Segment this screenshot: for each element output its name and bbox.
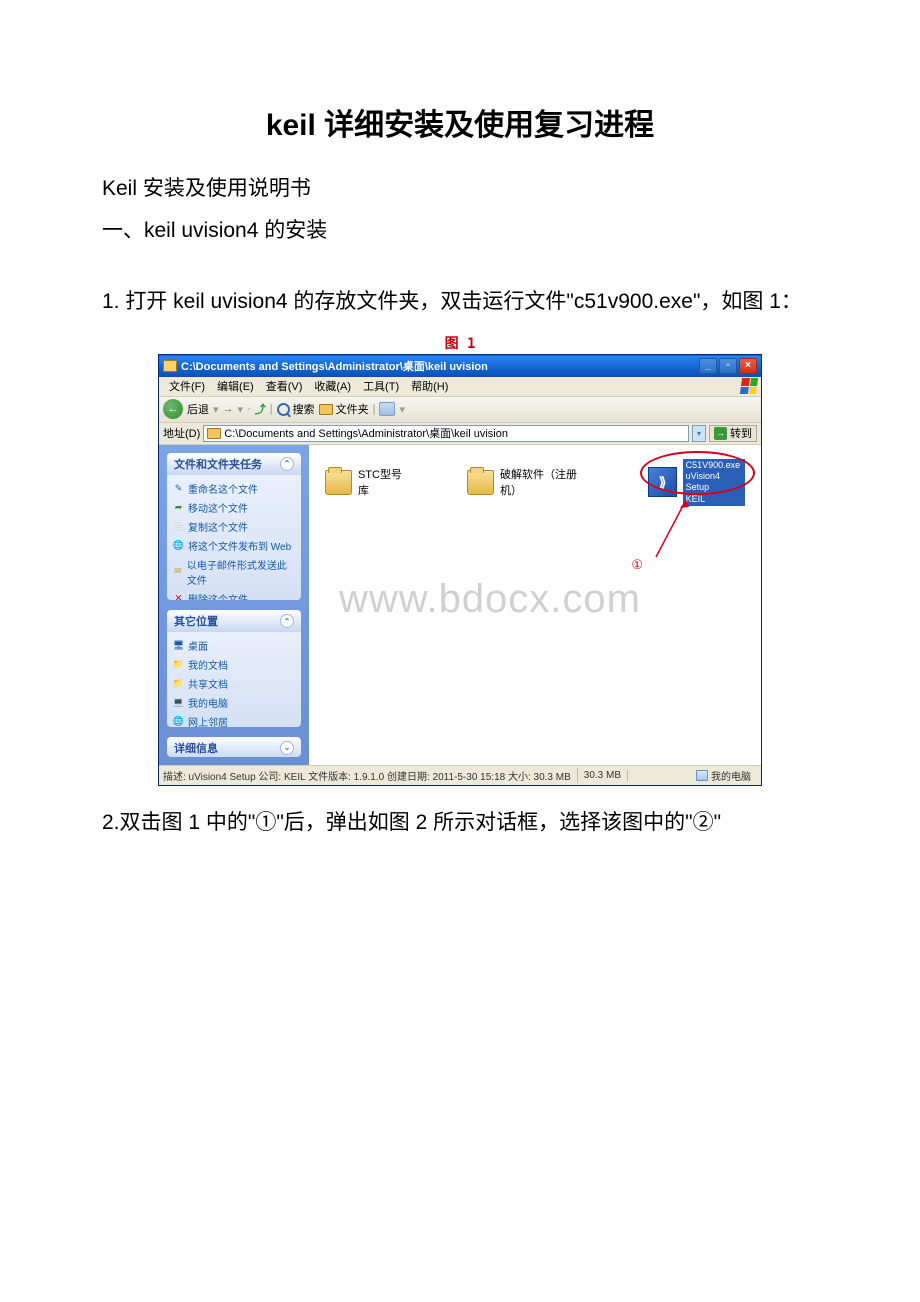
task-delete[interactable]: ✕删除这个文件 <box>173 589 295 601</box>
status-location: 我的电脑 <box>696 768 757 783</box>
explorer-statusbar: 描述: uVision4 Setup 公司: KEIL 文件版本: 1.9.1.… <box>159 765 761 785</box>
paragraph-1: Keil 安装及使用说明书 <box>60 172 860 206</box>
place-shared-docs[interactable]: 📁共享文档 <box>173 674 295 693</box>
folder-icon <box>325 470 352 495</box>
panel-title: 详细信息 <box>174 740 218 756</box>
menu-edit[interactable]: 编辑(E) <box>211 376 260 396</box>
place-network[interactable]: 🌐网上邻居 <box>173 712 295 726</box>
menu-view[interactable]: 查看(V) <box>260 376 309 396</box>
address-input[interactable]: C:\Documents and Settings\Administrator\… <box>203 425 689 442</box>
menu-file[interactable]: 文件(F) <box>163 376 211 396</box>
folder-icon <box>467 470 494 495</box>
paragraph-3: 1. 打开 keil uvision4 的存放文件夹，双击运行文件"c51v90… <box>60 285 860 319</box>
back-button[interactable]: ← <box>163 399 183 419</box>
address-label: 地址(D) <box>163 425 200 441</box>
place-my-documents[interactable]: 📁我的文档 <box>173 655 295 674</box>
explorer-sidebar: 文件和文件夹任务 ⌃ ✎重命名这个文件 ➦移动这个文件 ⿻复制这个文件 🌐将这个… <box>159 445 309 765</box>
folder-icon <box>207 428 221 439</box>
sidebar-panel-other-places: 其它位置 ⌃ 🖥桌面 📁我的文档 📁共享文档 💻我的电脑 🌐网上邻居 <box>167 610 301 726</box>
windows-logo-icon <box>740 378 758 394</box>
panel-collapse-button[interactable]: ⌃ <box>280 614 294 628</box>
annotation-number-1: ① <box>631 557 643 573</box>
panel-title: 文件和文件夹任务 <box>174 456 262 472</box>
figure-1-caption: 图 1 <box>60 333 860 353</box>
search-button[interactable]: 搜索 <box>277 401 315 417</box>
task-email[interactable]: ✉以电子邮件形式发送此文件 <box>173 555 295 589</box>
go-arrow-icon: → <box>714 427 727 440</box>
window-title: C:\Documents and Settings\Administrator\… <box>181 358 699 374</box>
paragraph-4: 2.双击图 1 中的"①"后，弹出如图 2 所示对话框，选择该图中的"②" <box>60 806 860 840</box>
minimize-button[interactable]: _ <box>699 358 717 374</box>
task-rename[interactable]: ✎重命名这个文件 <box>173 479 295 498</box>
folder-icon <box>319 404 333 415</box>
close-button[interactable]: × <box>739 358 757 374</box>
status-description: 描述: uVision4 Setup 公司: KEIL 文件版本: 1.9.1.… <box>163 768 578 783</box>
menu-favorites[interactable]: 收藏(A) <box>308 376 357 396</box>
paragraph-2: 一、keil uvision4 的安装 <box>60 214 860 248</box>
place-desktop[interactable]: 🖥桌面 <box>173 636 295 655</box>
explorer-menubar: 文件(F) 编辑(E) 查看(V) 收藏(A) 工具(T) 帮助(H) <box>159 377 761 397</box>
folder-crack[interactable]: 破解软件（注册机） <box>467 459 589 506</box>
maximize-button[interactable]: ▫ <box>719 358 737 374</box>
menu-tools[interactable]: 工具(T) <box>357 376 405 396</box>
figure-1-explorer-window: C:\Documents and Settings\Administrator\… <box>158 354 762 786</box>
document-title: keil 详细安装及使用复习进程 <box>60 100 860 144</box>
folder-stc[interactable]: STC型号库 <box>325 459 407 506</box>
task-publish-web[interactable]: 🌐将这个文件发布到 Web <box>173 536 295 555</box>
up-button[interactable]: ⤴ <box>255 401 266 417</box>
panel-title: 其它位置 <box>174 613 218 629</box>
installer-icon: ⟫ <box>648 467 676 497</box>
file-list-pane[interactable]: STC型号库 破解软件（注册机） ⟫ C51V900.exe uVision4 … <box>309 445 761 765</box>
task-move[interactable]: ➦移动这个文件 <box>173 498 295 517</box>
status-size: 30.3 MB <box>584 770 628 781</box>
address-dropdown[interactable]: ▾ <box>692 425 706 442</box>
folder-icon <box>163 360 177 372</box>
explorer-titlebar: C:\Documents and Settings\Administrator\… <box>159 355 761 377</box>
go-button[interactable]: → 转到 <box>709 425 757 442</box>
address-path: C:\Documents and Settings\Administrator\… <box>224 425 508 441</box>
panel-collapse-button[interactable]: ⌃ <box>280 457 294 471</box>
file-c51v900-exe[interactable]: ⟫ C51V900.exe uVision4 Setup KEIL <box>648 459 745 506</box>
folders-button[interactable]: 文件夹 <box>319 401 369 417</box>
task-copy[interactable]: ⿻复制这个文件 <box>173 517 295 536</box>
sidebar-panel-details: 详细信息 ⌄ <box>167 737 301 757</box>
forward-button[interactable]: → <box>223 403 234 415</box>
explorer-addressbar: 地址(D) C:\Documents and Settings\Administ… <box>159 423 761 445</box>
watermark: www.bdocx.com <box>339 577 641 622</box>
place-my-computer[interactable]: 💻我的电脑 <box>173 693 295 712</box>
menu-help[interactable]: 帮助(H) <box>405 376 454 396</box>
views-button[interactable] <box>379 402 395 416</box>
back-label: 后退 <box>187 401 209 417</box>
sidebar-panel-file-tasks: 文件和文件夹任务 ⌃ ✎重命名这个文件 ➦移动这个文件 ⿻复制这个文件 🌐将这个… <box>167 453 301 601</box>
search-icon <box>277 403 290 416</box>
explorer-toolbar: ← 后退 ▾ → ▾ · ⤴ | 搜索 文件夹 | ▾ <box>159 397 761 423</box>
computer-icon <box>696 770 708 781</box>
panel-expand-button[interactable]: ⌄ <box>280 741 294 755</box>
